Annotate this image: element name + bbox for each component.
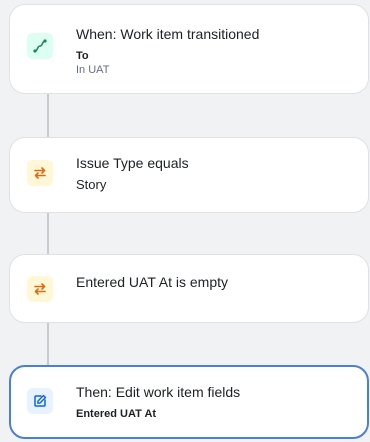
connector-line xyxy=(47,212,49,254)
connector-line xyxy=(47,322,49,365)
transition-icon xyxy=(27,33,53,59)
action-card-edit-fields[interactable]: Then: Edit work item fields Entered UAT … xyxy=(9,365,369,439)
condition-title: Issue Type equals xyxy=(76,155,189,171)
trigger-title: When: Work item transitioned xyxy=(76,26,260,42)
connector-line xyxy=(47,93,49,137)
swap-arrows-icon xyxy=(27,276,53,302)
condition-value: Story xyxy=(76,177,107,192)
trigger-card[interactable]: When: Work item transitioned To In UAT xyxy=(9,4,369,94)
action-title: Then: Edit work item fields xyxy=(76,384,241,400)
action-field: Entered UAT At xyxy=(76,408,157,420)
automation-rule-canvas: When: Work item transitioned To In UAT I… xyxy=(0,0,370,442)
trigger-field-label: To xyxy=(76,50,89,62)
swap-arrows-icon xyxy=(27,160,53,186)
edit-pencil-icon xyxy=(27,388,53,414)
condition-card-issue-type[interactable]: Issue Type equals Story xyxy=(9,137,369,213)
condition-title: Entered UAT At is empty xyxy=(76,274,228,290)
condition-card-entered-uat[interactable]: Entered UAT At is empty xyxy=(9,254,369,323)
trigger-field-value: In UAT xyxy=(76,64,110,76)
